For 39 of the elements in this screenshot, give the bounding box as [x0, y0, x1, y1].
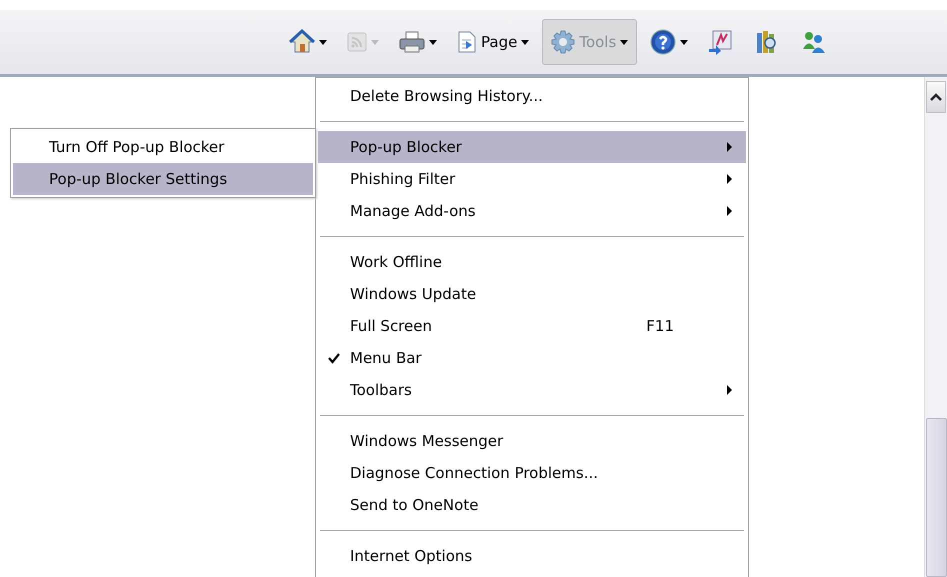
- feed-icon: [347, 32, 367, 52]
- caret-icon: [371, 40, 379, 44]
- menu-item[interactable]: Turn Off Pop-up Blocker: [13, 131, 313, 163]
- house-icon: [289, 29, 315, 55]
- caret-icon: [429, 40, 437, 44]
- submenu-arrow-icon: [727, 174, 732, 184]
- menu-item[interactable]: Windows Messenger: [318, 425, 746, 457]
- menu-item[interactable]: Pop-up Blocker Settings: [13, 163, 313, 195]
- menu-item[interactable]: Diagnose Connection Problems...: [318, 457, 746, 489]
- scrollbar[interactable]: [924, 77, 947, 577]
- help-icon: [650, 29, 676, 55]
- menu-item[interactable]: Menu Bar: [318, 342, 746, 374]
- menu-item[interactable]: Manage Add-ons: [318, 195, 746, 227]
- menu-item[interactable]: Full Screen F11: [318, 310, 746, 342]
- menu-item[interactable]: Toolbars: [318, 374, 746, 406]
- scroll-up-button[interactable]: [926, 81, 946, 113]
- submenu-arrow-icon: [727, 385, 732, 395]
- submenu-arrow-icon: [727, 206, 732, 216]
- research-icon: [708, 29, 734, 55]
- menu-item[interactable]: Pop-up Blocker: [318, 131, 746, 163]
- menu-item[interactable]: Windows Update: [318, 278, 746, 310]
- caret-icon: [680, 40, 688, 44]
- page-icon: [457, 31, 477, 53]
- chevron-up-icon: [930, 93, 942, 101]
- caret-icon: [319, 40, 327, 44]
- menu-item[interactable]: Phishing Filter: [318, 163, 746, 195]
- messenger-icon: [800, 29, 826, 55]
- menu-item[interactable]: Send to OneNote: [318, 489, 746, 521]
- toolbar-button[interactable]: Page: [450, 26, 536, 58]
- checkmark-icon: [328, 352, 340, 364]
- menu-item[interactable]: Delete Browsing History...: [318, 80, 746, 112]
- submenu-arrow-icon: [727, 142, 732, 152]
- menu-item[interactable]: Work Offline: [318, 246, 746, 278]
- menu-item[interactable]: Internet Options: [318, 540, 746, 572]
- caret-icon: [521, 40, 530, 44]
- scroll-thumb[interactable]: [926, 418, 947, 577]
- caret-icon: [620, 40, 628, 44]
- gear-icon: [551, 30, 576, 54]
- printer-icon: [399, 31, 425, 53]
